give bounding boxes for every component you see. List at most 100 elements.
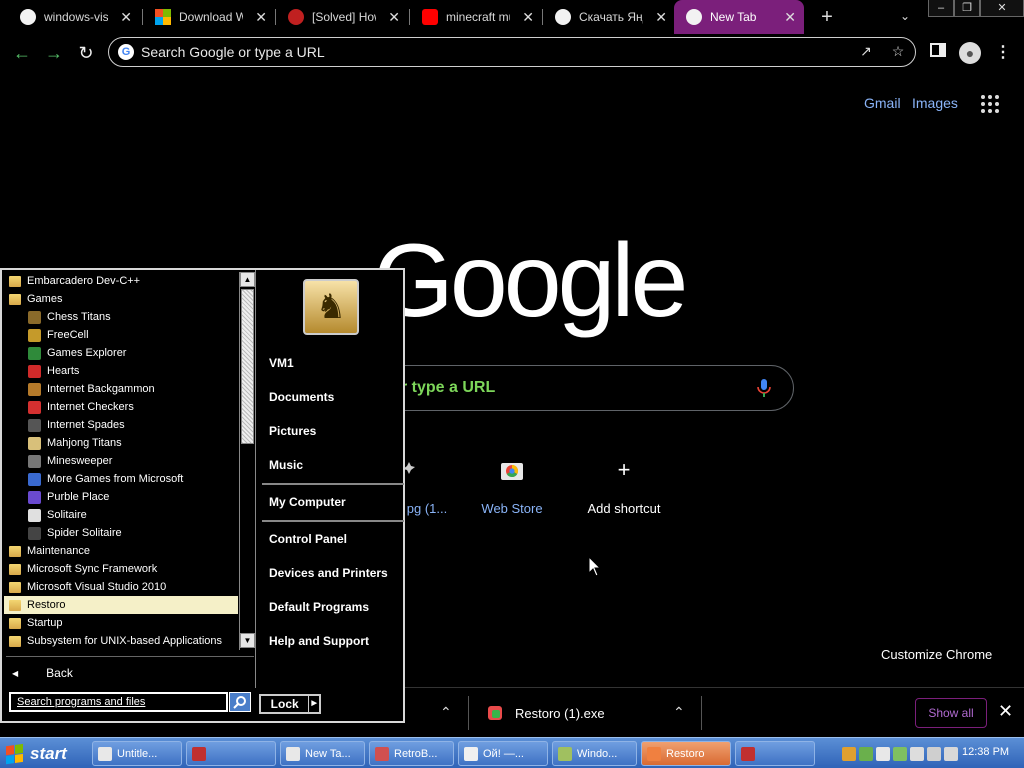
scroll-up-button[interactable]: ▲ [240, 272, 255, 287]
start-menu-item[interactable]: Documents [269, 390, 334, 404]
forward-arrow-icon[interactable]: → [41, 40, 67, 66]
web-store-icon [497, 455, 527, 485]
program-item[interactable]: Purble Place [4, 488, 238, 506]
taskbar-button[interactable]: Ой! —... [458, 741, 548, 766]
program-folder[interactable]: Maintenance [4, 542, 238, 560]
start-button[interactable]: start [0, 738, 82, 768]
start-menu-item[interactable]: Music [269, 458, 303, 472]
taskbar-button[interactable] [735, 741, 815, 766]
restore-button[interactable]: ❐ [954, 0, 980, 17]
minimize-button[interactable]: – [928, 0, 954, 17]
customize-chrome-button[interactable]: Customize Chrome [881, 647, 992, 662]
program-item[interactable]: Mahjong Titans [4, 434, 238, 452]
lock-options-arrow-icon[interactable]: ▶ [309, 696, 319, 712]
tab[interactable]: minecraft mus ✕ [410, 0, 542, 34]
close-icon[interactable]: ✕ [998, 701, 1013, 722]
show-all-button[interactable]: Show all [915, 698, 987, 728]
program-item[interactable]: Games Explorer [4, 344, 238, 362]
start-menu-item[interactable]: My Computer [269, 495, 346, 509]
chevron-up-icon[interactable]: ⌃ [673, 704, 685, 721]
back-arrow-icon[interactable]: ← [9, 40, 35, 66]
program-folder[interactable]: Microsoft Visual Studio 2010 [4, 578, 238, 596]
tab[interactable]: Download Win ✕ [143, 0, 275, 34]
images-link[interactable]: Images [912, 95, 958, 111]
back-button[interactable]: ◀ Back [12, 666, 73, 680]
clock-tray-icon[interactable] [927, 746, 941, 761]
network-tray-icon[interactable] [859, 746, 873, 761]
close-window-button[interactable]: ✕ [980, 0, 1024, 17]
add-shortcut-button[interactable]: + Add shortcut [569, 455, 679, 516]
google-apps-icon[interactable] [981, 95, 999, 113]
menu-kebab-icon[interactable]: ⋮ [992, 42, 1014, 64]
tab-title: Скачать Янде [579, 10, 643, 24]
close-tab-icon[interactable]: ✕ [255, 9, 267, 25]
folder-icon [9, 617, 21, 629]
reload-icon[interactable]: ↻ [73, 40, 99, 66]
program-item[interactable]: Internet Spades [4, 416, 238, 434]
start-menu-item[interactable]: Default Programs [269, 600, 369, 614]
start-search-input[interactable]: Search programs and files [9, 692, 228, 712]
microphone-icon[interactable] [757, 378, 771, 398]
app-tray-icon[interactable] [893, 746, 907, 761]
tab[interactable]: windows-vista ✕ [8, 0, 140, 34]
side-panel-icon[interactable] [927, 42, 949, 64]
program-item[interactable]: Hearts [4, 362, 238, 380]
divider [6, 656, 254, 657]
tab-search-chevron-icon[interactable]: ⌄ [896, 9, 914, 27]
lock-button[interactable]: Lock ▶ [259, 694, 321, 714]
program-folder[interactable]: Microsoft Sync Framework [4, 560, 238, 578]
tab[interactable]: [Solved] How ✕ [276, 0, 408, 34]
program-folder[interactable]: Games [4, 290, 238, 308]
search-tray-icon[interactable] [842, 746, 856, 761]
program-item[interactable]: Minesweeper [4, 452, 238, 470]
close-tab-icon[interactable]: ✕ [388, 9, 400, 25]
tray-icon[interactable] [910, 746, 924, 761]
taskbar-clock[interactable]: 12:38 PM [962, 746, 1009, 758]
close-tab-icon[interactable]: ✕ [522, 9, 534, 25]
chevron-up-icon[interactable]: ⌃ [440, 704, 452, 721]
close-tab-icon[interactable]: ✕ [655, 9, 667, 25]
share-icon[interactable]: ↗ [857, 43, 875, 61]
taskbar-button[interactable] [186, 741, 276, 766]
start-menu-item[interactable]: Devices and Printers [269, 566, 388, 580]
tab[interactable]: Скачать Янде ✕ [543, 0, 675, 34]
start-menu-item[interactable]: Pictures [269, 424, 316, 438]
address-bar[interactable]: G Search Google or type a URL ↗ ☆ [108, 37, 916, 67]
new-tab-button[interactable]: + [816, 6, 838, 28]
program-list-scrollbar[interactable]: ▲ ▼ [239, 272, 255, 650]
document-tray-icon[interactable] [876, 746, 890, 761]
profile-avatar[interactable]: ● [959, 42, 981, 64]
download-item[interactable]: Restoro (1).exe [487, 688, 605, 738]
volume-mute-icon[interactable] [944, 746, 958, 761]
program-item[interactable]: Internet Backgammon [4, 380, 238, 398]
program-item[interactable]: FreeCell [4, 326, 238, 344]
shortcut-web-store[interactable]: Web Store [457, 455, 567, 516]
program-item[interactable]: Spider Solitaire [4, 524, 238, 542]
taskbar-button[interactable]: RetroB... [369, 741, 454, 766]
program-item[interactable]: More Games from Microsoft [4, 470, 238, 488]
start-menu-item[interactable]: Control Panel [269, 532, 347, 546]
program-item[interactable]: Chess Titans [4, 308, 238, 326]
bookmark-star-icon[interactable]: ☆ [889, 43, 907, 61]
program-folder[interactable]: Embarcadero Dev-C++ [4, 272, 238, 290]
start-menu-item[interactable]: Help and Support [269, 634, 369, 648]
taskbar-button[interactable]: New Ta... [280, 741, 365, 766]
app-icon [286, 746, 300, 761]
program-item[interactable]: Solitaire [4, 506, 238, 524]
program-label: Mahjong Titans [47, 437, 122, 449]
tab[interactable]: New Tab ✕ [674, 0, 804, 34]
program-item[interactable]: Internet Checkers [4, 398, 238, 416]
program-folder[interactable]: Startup [4, 614, 238, 632]
close-tab-icon[interactable]: ✕ [784, 9, 796, 25]
user-name[interactable]: VM1 [269, 356, 294, 370]
scroll-thumb[interactable] [241, 289, 254, 444]
taskbar-button[interactable]: Untitle... [92, 741, 182, 766]
scroll-down-button[interactable]: ▼ [240, 633, 255, 648]
program-folder[interactable]: Restoro [4, 596, 238, 614]
search-button[interactable] [229, 692, 251, 712]
gmail-link[interactable]: Gmail [864, 95, 901, 111]
close-tab-icon[interactable]: ✕ [120, 9, 132, 25]
taskbar-button[interactable]: Restoro [641, 741, 731, 766]
taskbar-button[interactable]: Windo... [552, 741, 637, 766]
program-folder[interactable]: Subsystem for UNIX-based Applications [4, 632, 238, 650]
